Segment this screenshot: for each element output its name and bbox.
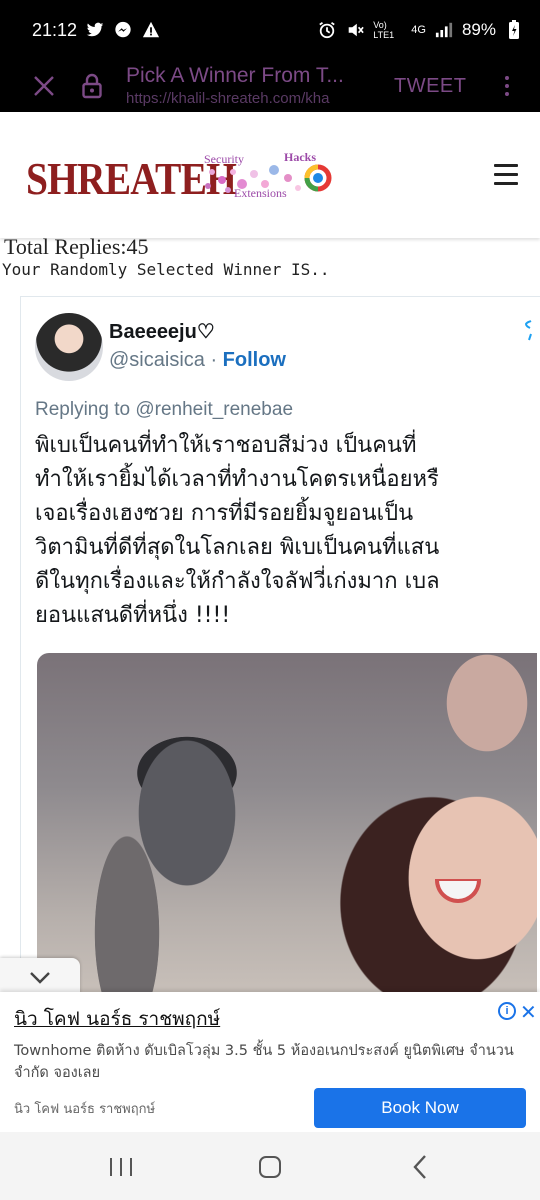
photo-smile-detail: [435, 879, 481, 903]
hamburger-icon: [494, 164, 518, 167]
warning-notification-icon: [141, 20, 161, 40]
tweet-handle[interactable]: @sicaisica: [109, 349, 205, 371]
site-security-button[interactable]: [74, 66, 110, 106]
tweet-text-line: ทำให้เรายิ้มได้เวลาที่ทำงานโคตรเหนื่อยหร…: [35, 467, 439, 492]
tweet-text-line: วิตามินที่ดีที่สุดในโลกเลย พิเบเป็นคนที่…: [35, 535, 440, 560]
embedded-tweet[interactable]: Baeeeeju♡ @sicaisica · Follow Replying t…: [20, 296, 540, 1016]
chevron-down-icon: [30, 972, 50, 984]
battery-percent: 89%: [461, 20, 496, 39]
twitter-notification-icon: [85, 20, 105, 40]
ad-advertiser: นิว โคฟ นอร์ธ ราชพฤกษ์: [14, 1102, 156, 1117]
clock: 21:12: [32, 19, 78, 40]
page-url: https://khalil-shreateh.com/kha: [126, 90, 330, 107]
close-tab-button[interactable]: [24, 66, 64, 106]
recent-apps-button[interactable]: [110, 1158, 132, 1176]
tweet-button[interactable]: TWEET: [394, 75, 467, 98]
tweet-text-line: เจอเรื่องเฮงซวย การที่มีรอยยิ้มจูยอนเป็น: [35, 501, 414, 526]
lock-icon: [82, 73, 102, 99]
site-logo[interactable]: SHREATEH Security Hacks Extensions: [26, 148, 336, 218]
ad-info-icon[interactable]: i: [498, 1002, 516, 1020]
back-icon: [413, 1155, 426, 1179]
tweet-text-line: พิเบเป็นคนที่ทำให้เราชอบสีม่วง เป็นคนที่: [35, 433, 417, 458]
browser-toolbar: Pick A Winner From T... https://khalil-s…: [0, 60, 540, 112]
ad-body: Townhome ติดห้าง ดับเบิลโวลุ่ม 3.5 ชั้น …: [14, 1043, 514, 1081]
mute-icon: [345, 20, 365, 40]
replying-to[interactable]: Replying to @renheit_renebae: [35, 399, 293, 421]
network-type: 4G: [411, 24, 426, 36]
ad-title[interactable]: นิว โคฟ นอร์ธ ราชพฤกษ์: [14, 1004, 220, 1034]
tweet-text-line: ดีในทุกเรื่องและให้กำลังใจลัฟวี่เก่งมาก …: [35, 569, 440, 594]
book-now-button[interactable]: Book Now: [314, 1088, 526, 1128]
page-title: Pick A Winner From T...: [126, 64, 344, 87]
more-vert-icon: [504, 76, 509, 80]
twitter-logo-icon[interactable]: [517, 317, 533, 347]
home-button[interactable]: [259, 1156, 281, 1178]
signal-icon: [434, 20, 454, 40]
close-icon: [34, 76, 54, 96]
winner-label: Your Randomly Selected Winner IS..: [2, 260, 330, 279]
menu-button[interactable]: [494, 164, 518, 191]
more-options-button[interactable]: [499, 76, 515, 96]
url-area[interactable]: Pick A Winner From T... https://khalil-s…: [126, 63, 378, 109]
volte-indicator: Vo) LTE1: [373, 20, 395, 40]
tweet-display-name[interactable]: Baeeeeju♡: [109, 319, 215, 344]
tweet-handle-row: @sicaisica · Follow: [109, 349, 286, 372]
ad-banner[interactable]: นิว โคฟ นอร์ธ ราชพฤกษ์ i ✕ Townhome ติดห…: [0, 992, 540, 1132]
tweet-photo[interactable]: [37, 653, 537, 1016]
battery-icon: [504, 20, 524, 40]
messenger-notification-icon: [113, 20, 133, 40]
back-button[interactable]: [412, 1154, 428, 1184]
tweet-text-line: ยอนแสนดีที่หนึ่ง !!!!: [35, 603, 231, 628]
ad-close-icon[interactable]: ✕: [520, 1000, 537, 1025]
tweet-text: พิเบเป็นคนที่ทำให้เราชอบสีม่วง เป็นคนที่…: [35, 429, 540, 633]
follow-button[interactable]: Follow: [223, 349, 286, 371]
status-bar: 21:12 Vo) LTE1 4G 89%: [0, 0, 540, 60]
alarm-icon: [317, 20, 337, 40]
avatar[interactable]: [35, 313, 103, 381]
recent-apps-icon: [110, 1158, 112, 1176]
logo-bubbles-graphic: [205, 164, 332, 193]
system-nav-bar: [0, 1132, 540, 1200]
site-header: SHREATEH Security Hacks Extensions: [0, 112, 540, 238]
handle-separator: ·: [204, 349, 223, 371]
total-replies: Total Replies:45: [4, 234, 149, 259]
